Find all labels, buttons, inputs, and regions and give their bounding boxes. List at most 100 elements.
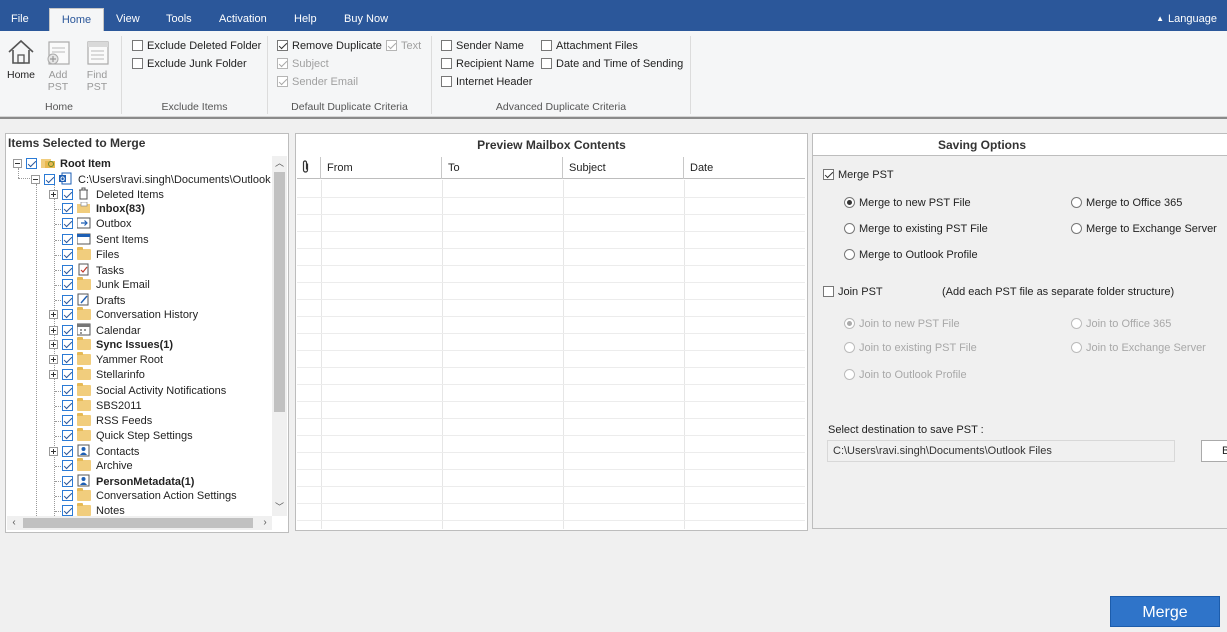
find-pst-button[interactable]: Find PST	[77, 37, 117, 97]
from-column-header[interactable]: From	[321, 157, 442, 179]
menu-tools[interactable]: Tools	[166, 0, 192, 31]
join-outlook-profile-radio[interactable]: Join to Outlook Profile	[844, 368, 967, 382]
expand-icon[interactable]	[49, 310, 58, 319]
join-pst-checkbox[interactable]: Join PST	[823, 285, 883, 299]
checkbox-checked-icon[interactable]	[62, 248, 73, 260]
expand-icon[interactable]	[49, 446, 58, 456]
language-menu[interactable]: ▲ Language	[1156, 0, 1217, 31]
menu-home[interactable]: Home	[49, 8, 104, 31]
join-exchange-radio[interactable]: Join to Exchange Server	[1071, 341, 1206, 355]
tree-item-conversation-history[interactable]: Conversation History	[49, 307, 198, 323]
attachment-column-header[interactable]	[297, 157, 321, 179]
menu-activation[interactable]: Activation	[219, 0, 267, 31]
internet-header-checkbox[interactable]: Internet Header	[441, 75, 532, 89]
tree-horizontal-scrollbar[interactable]: ‹ ›	[7, 516, 272, 530]
home-button[interactable]: Home	[1, 37, 41, 97]
checkbox-checked-icon[interactable]	[62, 233, 73, 245]
checkbox-checked-icon[interactable]	[62, 399, 73, 411]
checkbox-checked-icon[interactable]	[62, 339, 73, 351]
scroll-right-icon[interactable]: ›	[258, 516, 272, 530]
menu-file[interactable]: File	[11, 0, 29, 31]
scroll-thumb[interactable]	[23, 518, 253, 528]
tree-item-contacts[interactable]: Contacts	[49, 444, 139, 459]
scroll-left-icon[interactable]: ‹	[7, 516, 21, 530]
tree-item-quick-step-settings[interactable]: Quick Step Settings	[49, 427, 193, 444]
add-pst-button[interactable]: Add PST	[38, 37, 78, 97]
checkbox-checked-icon[interactable]	[62, 476, 73, 488]
tree-item-personmetadata-1[interactable]: PersonMetadata(1)	[49, 474, 194, 489]
browse-button[interactable]: B	[1201, 440, 1227, 462]
checkbox-checked-icon[interactable]	[62, 369, 73, 381]
expand-icon[interactable]	[49, 326, 58, 336]
tree-item-pst-file[interactable]: O C:\Users\ravi.singh\Documents\Outlook F…	[31, 172, 285, 187]
checkbox-checked-icon[interactable]	[62, 460, 73, 471]
attachment-files-checkbox[interactable]: Attachment Files	[541, 39, 638, 53]
checkbox-checked-icon[interactable]	[44, 174, 55, 185]
tree-item-stellarinfo[interactable]: Stellarinfo	[49, 367, 145, 383]
tree-item-rss-feeds[interactable]: RSS Feeds	[49, 412, 152, 429]
checkbox-checked-icon[interactable]	[62, 384, 73, 396]
exclude-junk-folder-checkbox[interactable]: Exclude Junk Folder	[132, 57, 247, 71]
menu-buy-now[interactable]: Buy Now	[344, 0, 388, 31]
collapse-icon[interactable]	[13, 159, 22, 168]
checkbox-checked-icon[interactable]	[62, 414, 73, 426]
tree-item-files[interactable]: Files	[49, 246, 119, 263]
tree-item-sent-items[interactable]: Sent Items	[49, 233, 149, 248]
checkbox-checked-icon[interactable]	[62, 203, 73, 215]
scroll-up-icon[interactable]: ︿	[272, 156, 287, 170]
join-new-pst-radio[interactable]: Join to new PST File	[844, 317, 960, 331]
checkbox-checked-icon[interactable]	[62, 278, 73, 290]
tree-item-calendar[interactable]: Calendar	[49, 323, 141, 338]
tree-item-sync-issues-1[interactable]: Sync Issues(1)	[49, 337, 173, 353]
tree-item-root[interactable]: Root Item	[13, 157, 111, 172]
checkbox-checked-icon[interactable]	[62, 294, 73, 306]
checkbox-checked-icon[interactable]	[62, 505, 73, 516]
tree-item-deleted-items[interactable]: Deleted Items	[49, 187, 164, 202]
sender-email-checkbox[interactable]: Sender Email	[277, 75, 358, 89]
tree-vertical-scrollbar[interactable]: ︿ ﹀	[272, 156, 287, 516]
merge-pst-checkbox[interactable]: Merge PST	[823, 168, 894, 182]
merge-existing-pst-radio[interactable]: Merge to existing PST File	[844, 222, 988, 236]
date-time-sending-checkbox[interactable]: Date and Time of Sending	[541, 57, 683, 71]
menu-view[interactable]: View	[116, 0, 140, 31]
checkbox-checked-icon[interactable]	[26, 158, 37, 169]
to-column-header[interactable]: To	[442, 157, 563, 179]
tree-item-social-activity-notifications[interactable]: Social Activity Notifications	[49, 382, 226, 399]
join-existing-pst-radio[interactable]: Join to existing PST File	[844, 341, 977, 355]
merge-new-pst-radio[interactable]: Merge to new PST File	[844, 196, 971, 210]
checkbox-checked-icon[interactable]	[62, 218, 73, 230]
tree-item-outbox[interactable]: Outbox	[49, 217, 131, 232]
collapse-icon[interactable]	[31, 175, 40, 184]
merge-office365-radio[interactable]: Merge to Office 365	[1071, 196, 1182, 210]
destination-path-input[interactable]: C:\Users\ravi.singh\Documents\Outlook Fi…	[827, 440, 1175, 462]
exclude-deleted-folder-checkbox[interactable]: Exclude Deleted Folder	[132, 39, 261, 53]
join-office365-radio[interactable]: Join to Office 365	[1071, 317, 1171, 331]
text-checkbox[interactable]: Text	[386, 39, 421, 53]
checkbox-checked-icon[interactable]	[62, 264, 73, 276]
checkbox-checked-icon[interactable]	[62, 354, 73, 366]
checkbox-checked-icon[interactable]	[62, 309, 73, 320]
subject-checkbox[interactable]: Subject	[277, 57, 329, 71]
checkbox-checked-icon[interactable]	[62, 325, 73, 337]
checkbox-checked-icon[interactable]	[62, 445, 73, 457]
sender-name-checkbox[interactable]: Sender Name	[441, 39, 524, 53]
tree-item-drafts[interactable]: Drafts	[49, 293, 125, 308]
merge-button[interactable]: Merge	[1110, 596, 1220, 627]
recipient-name-checkbox[interactable]: Recipient Name	[441, 57, 534, 71]
checkbox-checked-icon[interactable]	[62, 490, 73, 502]
subject-column-header[interactable]: Subject	[563, 157, 684, 179]
scroll-down-icon[interactable]: ﹀	[272, 500, 287, 514]
tree-item-inbox-83[interactable]: Inbox(83)	[49, 201, 145, 217]
merge-exchange-radio[interactable]: Merge to Exchange Server	[1071, 222, 1217, 236]
tree-item-sbs2011[interactable]: SBS2011	[49, 397, 142, 414]
tree-item-tasks[interactable]: Tasks	[49, 263, 124, 278]
menu-help[interactable]: Help	[294, 0, 317, 31]
tree-item-conversation-action-settings[interactable]: Conversation Action Settings	[49, 488, 237, 504]
scroll-thumb[interactable]	[274, 172, 285, 412]
checkbox-checked-icon[interactable]	[62, 189, 73, 201]
expand-icon[interactable]	[49, 340, 58, 350]
folder-tree[interactable]: Root Item O C:\Users\ravi.singh\Documents…	[7, 156, 287, 516]
tree-item-yammer-root[interactable]: Yammer Root	[49, 352, 163, 368]
tree-item-notes[interactable]: Notes	[49, 503, 125, 516]
date-column-header[interactable]: Date	[684, 157, 805, 179]
